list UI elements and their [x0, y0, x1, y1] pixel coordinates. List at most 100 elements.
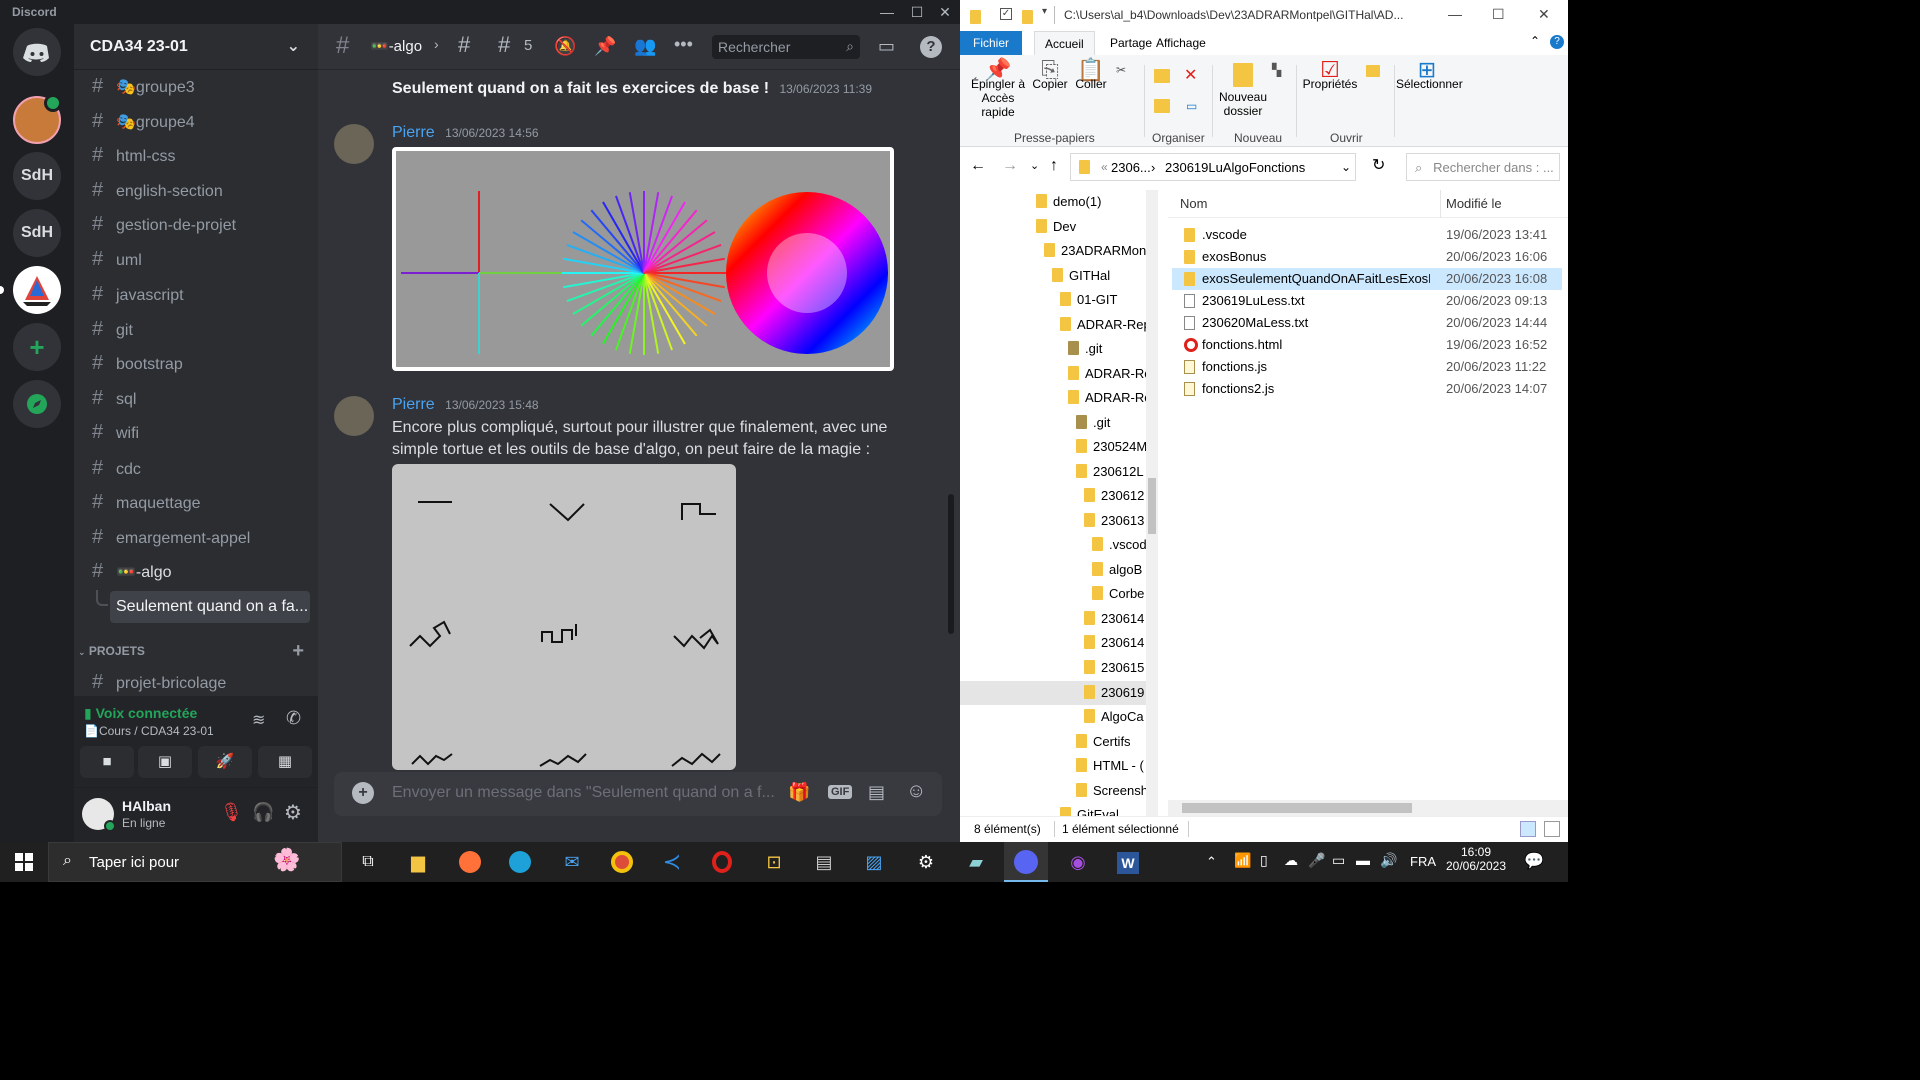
tree-item[interactable]: ADRAR-Rep	[1060, 313, 1151, 337]
channel-git[interactable]: # git	[82, 313, 310, 345]
file-explorer-taskbar-icon[interactable]: ▆	[396, 842, 440, 882]
tab-affichage[interactable]: Affichage	[1146, 31, 1216, 55]
quick-access-dropdown-icon[interactable]: ▾	[1042, 6, 1047, 17]
threads-icon[interactable]: #	[498, 32, 510, 58]
screen-share-button[interactable]: ▣	[138, 746, 192, 778]
select-button[interactable]: ⊞ Sélectionner	[1396, 59, 1463, 92]
column-modified[interactable]: Modifié le	[1446, 196, 1502, 211]
new-item-icon[interactable]: ▚	[1272, 63, 1281, 77]
channel-html-css[interactable]: # html-css	[82, 139, 310, 171]
channel-algo[interactable]: # 🚥-algo	[82, 555, 310, 587]
firefox-icon[interactable]	[448, 842, 492, 882]
channel-projet-bricolage[interactable]: # projet-bricolage	[82, 666, 310, 698]
settings-icon[interactable]: ⚙	[904, 842, 948, 882]
details-view-icon[interactable]	[1520, 821, 1536, 837]
add-channel-icon[interactable]: +	[292, 640, 304, 663]
gear-icon[interactable]: ⚙	[284, 800, 302, 825]
voice-location[interactable]: 📄Cours / CDA34 23-01	[84, 724, 214, 738]
author-name[interactable]: Pierre	[392, 124, 435, 141]
message-composer[interactable]: + Envoyer un message dans "Seulement qua…	[334, 772, 942, 816]
copy-button[interactable]: ⎘ Copier	[1032, 59, 1068, 92]
tiles-view-icon[interactable]	[1544, 821, 1560, 837]
tree-item[interactable]: 230612	[1084, 484, 1144, 508]
help-icon[interactable]: ?	[920, 36, 942, 58]
server-header[interactable]: CDA34 23-01 ⌄	[74, 24, 318, 70]
tree-item[interactable]: AlgoCa	[1084, 705, 1144, 729]
channel-english-section[interactable]: # english-section	[82, 174, 310, 206]
notifications-icon[interactable]: 💬	[1524, 851, 1544, 871]
tree-item[interactable]: 230524M	[1076, 435, 1147, 459]
upload-plus-icon[interactable]: +	[352, 782, 374, 804]
tree-item[interactable]: .vscod	[1092, 533, 1147, 557]
breadcrumb[interactable]: 2306...	[1111, 160, 1151, 175]
maximize-button[interactable]: ☐	[1492, 6, 1505, 23]
channel-cdc[interactable]: # cdc	[82, 452, 310, 484]
emoji-icon[interactable]: ☺	[906, 780, 926, 803]
tree-item[interactable]: 230612L	[1076, 460, 1144, 484]
list-item[interactable]: 230619LuLess.txt 20/06/2023 09:13	[1172, 290, 1562, 312]
start-button[interactable]	[2, 842, 46, 882]
voice-status[interactable]: Voix connectée	[96, 705, 198, 721]
delete-icon[interactable]: ✕	[1184, 65, 1197, 85]
tree-item[interactable]: 230614	[1084, 607, 1144, 631]
battery-icon[interactable]: ▬	[1356, 852, 1370, 868]
channel-gestion-de-projet[interactable]: # gestion-de-projet	[82, 208, 310, 240]
check-icon[interactable]: ✓	[1000, 8, 1012, 20]
edge-icon[interactable]	[498, 842, 542, 882]
headphones-icon[interactable]: 🎧	[252, 802, 274, 823]
chat-scrollbar[interactable]	[948, 494, 954, 634]
collapse-ribbon-icon[interactable]: ⌃	[1530, 34, 1540, 48]
tray-icon[interactable]: ▯	[1260, 852, 1268, 869]
app-icon[interactable]: ▤	[802, 842, 846, 882]
pin-quick-access-button[interactable]: 📌 Épingler à Accès rapide	[966, 59, 1030, 120]
list-item[interactable]: fonctions2.js 20/06/2023 14:07	[1172, 378, 1562, 400]
image-attachment-2[interactable]	[392, 464, 736, 770]
sticker-icon[interactable]: ▤	[868, 782, 885, 803]
bell-muted-icon[interactable]: 🔕	[554, 36, 576, 57]
channel-groupe4[interactable]: # 🎭groupe4	[82, 105, 310, 137]
tree-item[interactable]: HTML - (	[1076, 754, 1144, 778]
list-item[interactable]: exosBonus 20/06/2023 16:06	[1172, 246, 1562, 268]
inbox-icon[interactable]: ▭	[878, 36, 895, 57]
tree-item[interactable]: Corbe	[1092, 582, 1144, 606]
new-folder-button[interactable]: Nouveau dossier	[1218, 63, 1268, 118]
category-projets[interactable]: ⌄ PROJETS +	[78, 640, 314, 662]
tree-item[interactable]: 230615	[1084, 656, 1144, 680]
members-icon[interactable]: 👥	[634, 36, 656, 57]
maximize-button[interactable]: ☐	[902, 2, 932, 22]
taskbar-search-input[interactable]: ⌕ Taper ici pour 🌸	[48, 842, 342, 882]
tree-item[interactable]: .git	[1068, 337, 1102, 361]
channel-uml[interactable]: # uml	[82, 243, 310, 275]
cloud-icon[interactable]: ☁	[1284, 852, 1298, 869]
task-view-icon[interactable]: ⧉	[346, 842, 390, 882]
discord-home-icon[interactable]	[13, 28, 61, 76]
server-sdh-2[interactable]: SdH	[13, 209, 61, 257]
tree-scroll-thumb[interactable]	[1148, 478, 1156, 534]
noise-suppression-icon[interactable]: ≋	[252, 710, 265, 730]
explore-servers-icon[interactable]	[13, 380, 61, 428]
author-name[interactable]: Pierre	[392, 396, 435, 413]
mail-icon[interactable]: ✉	[550, 842, 594, 882]
address-input[interactable]: « 2306... › 230619LuAlgoFonctions ⌄	[1070, 153, 1356, 181]
gif-button[interactable]: GIF	[828, 785, 853, 799]
tree-item[interactable]: Dev	[1036, 215, 1076, 239]
app-icon[interactable]: ▰	[954, 842, 998, 882]
vscode-icon[interactable]: ≺	[650, 842, 694, 882]
list-item[interactable]: 230620MaLess.txt 20/06/2023 14:44	[1172, 312, 1562, 334]
list-item[interactable]: fonctions.js 20/06/2023 11:22	[1172, 356, 1562, 378]
list-item-selected[interactable]: exosSeulementQuandOnAFaitLesExosDe...20/…	[1172, 268, 1562, 290]
app-icon[interactable]: ⊡	[752, 842, 796, 882]
cut-icon[interactable]: ✂	[1116, 63, 1126, 77]
camera-button[interactable]: ■	[80, 746, 134, 778]
tree-item[interactable]: ADRAR-Re	[1068, 362, 1151, 386]
tree-item[interactable]: 01-GIT	[1060, 288, 1117, 312]
header-channel[interactable]: 🚥-algo	[370, 37, 422, 55]
chevron-down-icon[interactable]: ⌄	[1341, 160, 1351, 174]
tree-item[interactable]: ADRAR-Re	[1068, 386, 1151, 410]
discord-taskbar-icon[interactable]	[1004, 842, 1048, 882]
word-icon[interactable]: W	[1106, 842, 1150, 882]
channel-bootstrap[interactable]: # bootstrap	[82, 347, 310, 379]
search-input[interactable]: Rechercher ⌕	[712, 35, 860, 59]
tree-item[interactable]: demo(1)	[1036, 190, 1101, 214]
disconnect-icon[interactable]: ✆	[286, 708, 301, 729]
